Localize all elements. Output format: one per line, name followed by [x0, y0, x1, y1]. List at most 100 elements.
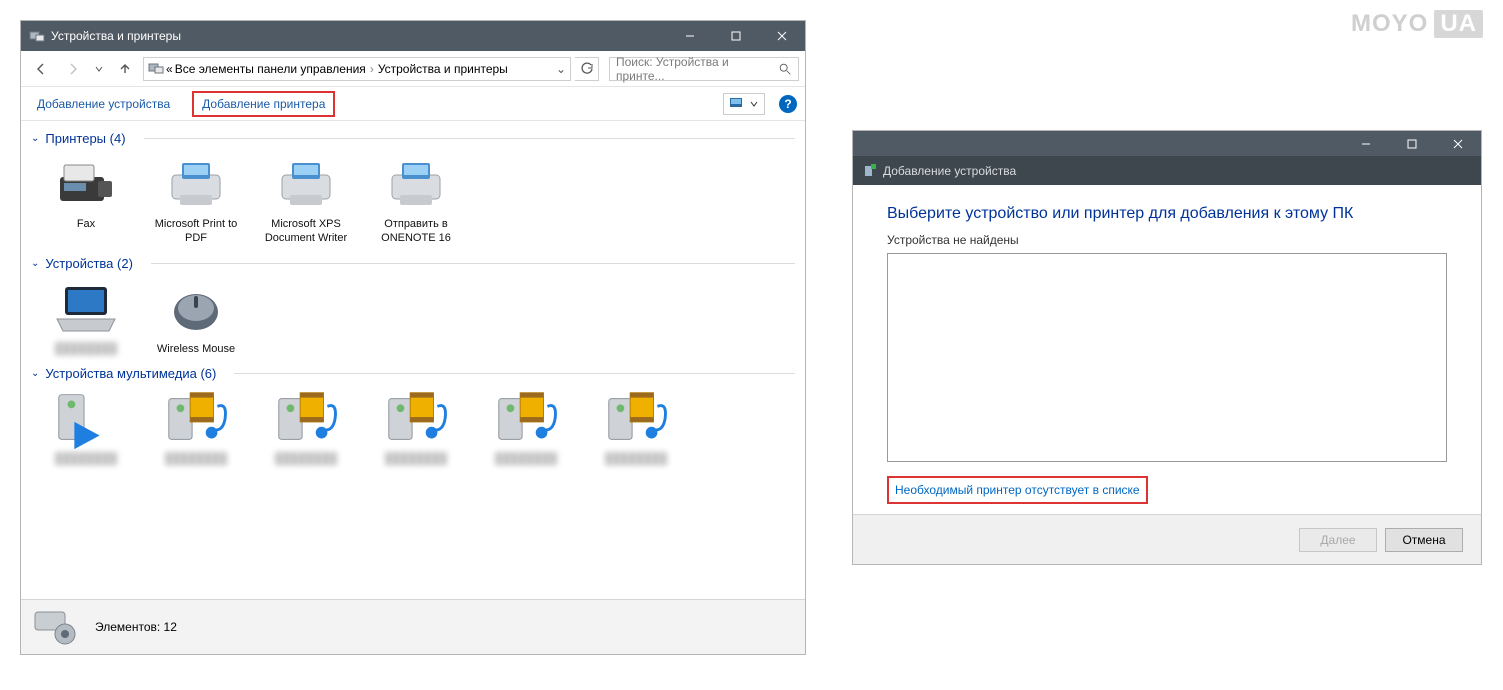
- device-item-media-server[interactable]: ████████: [31, 383, 141, 473]
- mouse-icon: [161, 279, 231, 339]
- logo-suffix: UA: [1434, 10, 1483, 38]
- status-bar: Элементов: 12: [21, 599, 805, 654]
- command-toolbar: Добавление устройства Добавление принтер…: [21, 87, 805, 121]
- logo-brand: MOYO: [1351, 10, 1428, 38]
- breadcrumb-prefix: «: [166, 62, 173, 76]
- chevron-down-icon: ⌄: [31, 133, 39, 144]
- group-header-devices[interactable]: ⌄ Устройства (2): [31, 256, 795, 271]
- dialog-titlebar[interactable]: [853, 131, 1481, 157]
- search-placeholder: Поиск: Устройства и принте...: [616, 55, 778, 83]
- refresh-button[interactable]: [575, 57, 599, 81]
- maximize-button[interactable]: [713, 21, 759, 51]
- address-bar[interactable]: « Все элементы панели управления › Устро…: [143, 57, 571, 81]
- help-button[interactable]: ?: [779, 95, 797, 113]
- device-label: Отправить в ONENOTE 16: [365, 218, 467, 246]
- devices-printers-window: Устройства и принтеры: [20, 20, 806, 655]
- media-server-icon: [381, 389, 451, 449]
- close-button[interactable]: [759, 21, 805, 51]
- minimize-button[interactable]: [667, 21, 713, 51]
- printer-not-listed-link[interactable]: Необходимый принтер отсутствует в списке: [895, 483, 1140, 497]
- group-header-printers[interactable]: ⌄ Принтеры (4): [31, 131, 795, 146]
- back-button[interactable]: [27, 55, 55, 83]
- dialog-heading: Выберите устройство или принтер для доба…: [887, 205, 1447, 223]
- device-item-fax[interactable]: Fax: [31, 148, 141, 252]
- devices-row: ████████ Wireless Mouse: [31, 273, 795, 363]
- chevron-down-icon[interactable]: ⌄: [556, 62, 566, 76]
- media-server-icon: [601, 389, 671, 449]
- device-label: ████████: [495, 453, 557, 467]
- minimize-button[interactable]: [1343, 131, 1389, 157]
- device-label: ████████: [275, 453, 337, 467]
- device-item-wireless-mouse[interactable]: Wireless Mouse: [141, 273, 251, 363]
- view-icon: [730, 98, 746, 110]
- printer-icon: [381, 154, 451, 214]
- add-device-icon: [863, 164, 877, 178]
- add-device-button[interactable]: Добавление устройства: [29, 93, 178, 115]
- media-server-icon: [51, 389, 121, 449]
- device-label: ████████: [55, 453, 117, 467]
- devices-not-found-text: Устройства не найдены: [887, 233, 1447, 247]
- titlebar[interactable]: Устройства и принтеры: [21, 21, 805, 51]
- device-item-media-server[interactable]: ████████: [581, 383, 691, 473]
- breadcrumb-seg2[interactable]: Устройства и принтеры: [378, 62, 508, 76]
- group-header-label: Устройства (2): [45, 256, 133, 271]
- device-item-print-to-pdf[interactable]: Microsoft Print to PDF: [141, 148, 251, 252]
- device-item-media-server[interactable]: ████████: [251, 383, 361, 473]
- devices-summary-icon: [31, 606, 81, 648]
- navigation-bar: « Все элементы панели управления › Устро…: [21, 51, 805, 87]
- device-label: ████████: [55, 343, 117, 357]
- search-icon: [778, 62, 792, 76]
- group-header-multimedia[interactable]: ⌄ Устройства мультимедиа (6): [31, 366, 795, 381]
- chevron-down-icon: [750, 100, 758, 108]
- device-item-media-server[interactable]: ████████: [361, 383, 471, 473]
- media-server-icon: [271, 389, 341, 449]
- window-title: Устройства и принтеры: [51, 29, 667, 43]
- dialog-subtitle-text: Добавление устройства: [883, 164, 1016, 178]
- dialog-body: Выберите устройство или принтер для доба…: [853, 185, 1481, 514]
- search-input[interactable]: Поиск: Устройства и принте...: [609, 57, 799, 81]
- device-label: ████████: [605, 453, 667, 467]
- device-item-media-server[interactable]: ████████: [141, 383, 251, 473]
- close-button[interactable]: [1435, 131, 1481, 157]
- devices-icon: [29, 28, 45, 44]
- printers-row: Fax Microsoft Print to PDF: [31, 148, 795, 252]
- device-label: ████████: [385, 453, 447, 467]
- group-header-label: Принтеры (4): [45, 131, 125, 146]
- device-listbox[interactable]: [887, 253, 1447, 462]
- media-server-icon: [491, 389, 561, 449]
- up-button[interactable]: [111, 55, 139, 83]
- recent-locations-dropdown[interactable]: [91, 55, 107, 83]
- status-text: Элементов: 12: [95, 620, 177, 634]
- media-server-icon: [161, 389, 231, 449]
- highlighted-link-box: Необходимый принтер отсутствует в списке: [887, 476, 1148, 504]
- device-item-media-server[interactable]: ████████: [471, 383, 581, 473]
- watermark-logo: MOYO UA: [1351, 10, 1483, 38]
- fax-icon: [51, 154, 121, 214]
- breadcrumb-seg1[interactable]: Все элементы панели управления: [175, 62, 366, 76]
- printer-icon: [271, 154, 341, 214]
- forward-button[interactable]: [59, 55, 87, 83]
- maximize-button[interactable]: [1389, 131, 1435, 157]
- device-item-xps-writer[interactable]: Microsoft XPS Document Writer: [251, 148, 361, 252]
- chevron-right-icon: ›: [368, 62, 376, 76]
- dialog-footer: Далее Отмена: [853, 514, 1481, 564]
- device-label: Fax: [77, 218, 95, 232]
- multimedia-row: ████████ ████████: [31, 383, 795, 473]
- device-label: ████████: [165, 453, 227, 467]
- dialog-subtitle: Добавление устройства: [853, 157, 1481, 185]
- chevron-down-icon: ⌄: [31, 258, 39, 269]
- add-device-dialog: Добавление устройства Выберите устройств…: [852, 130, 1482, 565]
- device-item-onenote[interactable]: Отправить в ONENOTE 16: [361, 148, 471, 252]
- next-button[interactable]: Далее: [1299, 528, 1377, 552]
- view-options-dropdown[interactable]: [723, 93, 765, 115]
- cancel-button[interactable]: Отмена: [1385, 528, 1463, 552]
- printer-icon: [161, 154, 231, 214]
- device-label: Microsoft XPS Document Writer: [255, 218, 357, 246]
- add-printer-button[interactable]: Добавление принтера: [192, 91, 335, 117]
- device-label: Microsoft Print to PDF: [145, 218, 247, 246]
- laptop-icon: [51, 279, 121, 339]
- group-header-label: Устройства мультимедиа (6): [45, 366, 216, 381]
- devices-icon: [148, 61, 164, 77]
- device-item-laptop[interactable]: ████████: [31, 273, 141, 363]
- device-label: Wireless Mouse: [157, 343, 235, 357]
